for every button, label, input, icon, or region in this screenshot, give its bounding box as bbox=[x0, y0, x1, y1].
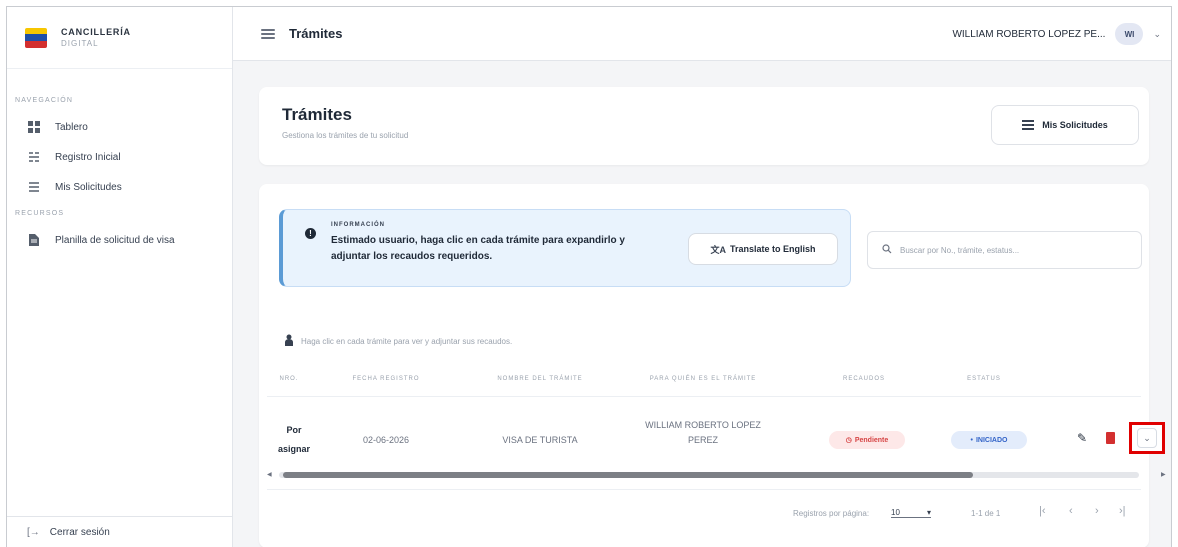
last-page-icon[interactable]: ›| bbox=[1119, 505, 1126, 517]
column-header-nombre[interactable]: NOMBRE DEL TRÁMITE bbox=[475, 376, 605, 382]
sidebar-item-label: Mis Solicitudes bbox=[55, 181, 122, 193]
column-header-estatus[interactable]: ESTATUS bbox=[939, 376, 1029, 382]
expand-row-button[interactable]: ⌄ bbox=[1129, 422, 1165, 454]
table-divider bbox=[267, 396, 1141, 397]
prev-page-icon[interactable]: ‹ bbox=[1069, 505, 1073, 517]
app-window: CANCILLERÍA DIGITAL NAVEGACIÓN Tablero R… bbox=[6, 6, 1172, 547]
table-hint: Haga clic en cada trámite para ver y adj… bbox=[285, 334, 512, 349]
logout-icon: [→ bbox=[27, 527, 40, 538]
cell-fecha: 02-06-2026 bbox=[362, 435, 410, 445]
cell-nombre: VISA DE TURISTA bbox=[502, 435, 578, 445]
page-title: Trámites bbox=[282, 105, 352, 124]
brand-title: CANCILLERÍA bbox=[61, 26, 131, 37]
document-icon bbox=[27, 233, 41, 247]
search-placeholder: Buscar por No., trámite, estatus... bbox=[900, 245, 1020, 255]
registry-icon bbox=[27, 150, 41, 164]
delete-trash-icon[interactable] bbox=[1106, 432, 1115, 444]
avatar[interactable]: WI bbox=[1115, 23, 1144, 45]
info-icon: ! bbox=[305, 228, 316, 239]
list-icon bbox=[1022, 120, 1035, 130]
cell-para-quien: WILLIAM ROBERTO LOPEZ PEREZ bbox=[645, 420, 761, 445]
tramites-card: ! INFORMACIÓN Estimado usuario, haga cli… bbox=[259, 184, 1166, 547]
info-banner: ! INFORMACIÓN Estimado usuario, haga cli… bbox=[279, 209, 851, 287]
sidebar-item-mis-solicitudes[interactable]: Mis Solicitudes bbox=[7, 172, 232, 202]
sidebar-item-label: Planilla de solicitud de visa bbox=[55, 234, 175, 246]
nav-section-label: NAVEGACIÓN bbox=[15, 97, 74, 104]
column-header-fecha[interactable]: FECHA REGISTRO bbox=[331, 376, 441, 382]
sidebar-item-registro-inicial[interactable]: Registro Inicial bbox=[7, 142, 232, 172]
clock-icon: ◷ bbox=[845, 437, 852, 444]
menu-icon[interactable] bbox=[261, 28, 275, 39]
sidebar: CANCILLERÍA DIGITAL NAVEGACIÓN Tablero R… bbox=[7, 7, 233, 547]
pagination-range: 1-1 de 1 bbox=[971, 509, 1001, 518]
status-badge-recaudos: ◷ Pendiente bbox=[829, 431, 905, 449]
page-subtitle: Gestiona los trámites de tu solicitud bbox=[282, 131, 409, 140]
logout-label: Cerrar sesión bbox=[49, 527, 110, 538]
column-header-para-quien[interactable]: PARA QUIÉN ES EL TRÁMITE bbox=[623, 376, 783, 382]
table-footer-divider bbox=[267, 489, 1141, 490]
info-text: Estimado usuario, haga clic en cada trám… bbox=[331, 235, 625, 262]
scroll-right-icon[interactable]: ▶ bbox=[1161, 471, 1166, 478]
column-header-recaudos[interactable]: RECAUDOS bbox=[819, 376, 909, 382]
dashboard-icon bbox=[27, 120, 41, 134]
sidebar-item-planilla-visa[interactable]: Planilla de solicitud de visa bbox=[7, 225, 232, 255]
mis-solicitudes-label: Mis Solicitudes bbox=[1042, 120, 1108, 130]
brand[interactable]: CANCILLERÍA DIGITAL bbox=[7, 7, 232, 69]
next-page-icon[interactable]: › bbox=[1095, 505, 1099, 517]
info-label: INFORMACIÓN bbox=[331, 222, 385, 228]
topbar-title: Trámites bbox=[289, 26, 343, 41]
cell-nro: Por asignar bbox=[277, 425, 310, 454]
translate-icon: 文A bbox=[710, 244, 726, 255]
page-header-card: Trámites Gestiona los trámites de tu sol… bbox=[259, 87, 1149, 165]
list-icon bbox=[27, 180, 41, 194]
dot-icon: • bbox=[970, 436, 973, 444]
search-icon bbox=[882, 244, 892, 256]
user-hint-icon bbox=[285, 334, 293, 349]
search-input[interactable]: Buscar por No., trámite, estatus... bbox=[867, 231, 1142, 269]
hint-text: Haga clic en cada trámite para ver y adj… bbox=[301, 337, 513, 346]
translate-button[interactable]: 文A Translate to English bbox=[688, 233, 838, 265]
user-name: WILLIAM ROBERTO LOPEZ PE... bbox=[952, 28, 1106, 40]
chevron-down-icon[interactable]: ⌄ bbox=[1153, 29, 1161, 40]
edit-pencil-icon[interactable]: ✎ bbox=[1077, 431, 1087, 445]
rows-per-page-label: Registros por página: bbox=[793, 509, 870, 518]
sidebar-item-tablero[interactable]: Tablero bbox=[7, 112, 232, 142]
column-header-nro[interactable]: NRO. bbox=[263, 376, 315, 382]
status-badge-estatus: • INICIADO bbox=[951, 431, 1027, 449]
chevron-down-icon: ⌄ bbox=[1137, 428, 1157, 448]
sidebar-item-label: Registro Inicial bbox=[55, 151, 121, 163]
translate-label: Translate to English bbox=[729, 244, 816, 254]
user-menu[interactable]: WILLIAM ROBERTO LOPEZ PE... WI ⌄ bbox=[952, 23, 1161, 45]
logout-button[interactable]: [→ Cerrar sesión bbox=[7, 516, 232, 547]
sidebar-item-label: Tablero bbox=[55, 121, 88, 133]
flag-logo-icon bbox=[25, 27, 47, 48]
first-page-icon[interactable]: |‹ bbox=[1039, 505, 1046, 517]
topbar: Trámites WILLIAM ROBERTO LOPEZ PE... WI … bbox=[233, 7, 1171, 61]
brand-subtitle: DIGITAL bbox=[61, 38, 99, 48]
scrollbar-thumb[interactable] bbox=[283, 472, 973, 478]
scroll-left-icon[interactable]: ◀ bbox=[267, 471, 272, 478]
resources-section-label: RECURSOS bbox=[15, 210, 65, 217]
caret-down-icon: ▾ bbox=[926, 508, 931, 517]
rows-per-page-select[interactable]: 10 ▾ bbox=[891, 508, 931, 518]
mis-solicitudes-button[interactable]: Mis Solicitudes bbox=[991, 105, 1139, 145]
